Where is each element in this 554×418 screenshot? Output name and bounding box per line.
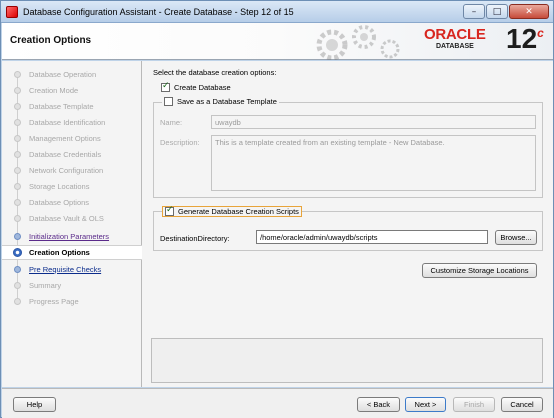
window-title: Database Configuration Assistant - Creat…: [23, 7, 294, 17]
destination-label: DestinationDirectory:: [160, 234, 230, 243]
nav-step-label: Progress Page: [29, 297, 79, 306]
window-controls: – □ ✕: [463, 4, 549, 19]
nav-step-label: Creation Options: [29, 248, 90, 257]
nav-step-label: Summary: [29, 281, 62, 290]
oracle-logo: ORACLE DATABASE 12c: [422, 23, 550, 58]
step-status-icon: [14, 233, 21, 240]
nav-step-database-identification: Database Identification: [2, 115, 142, 130]
name-label: Name:: [160, 118, 183, 127]
nav-step-label: Database Credentials: [29, 150, 102, 159]
template-description-input[interactable]: This is a template created from an exist…: [211, 135, 536, 191]
nav-step-database-credentials: Database Credentials: [2, 147, 142, 162]
footer-bar: Help < Back Next > Finish Cancel: [2, 388, 553, 418]
nav-step-management-options: Management Options: [2, 131, 142, 146]
back-button[interactable]: < Back: [357, 397, 400, 412]
logo-version: 12c: [506, 23, 544, 54]
finish-button[interactable]: Finish: [453, 397, 495, 412]
message-panel: [151, 338, 543, 383]
create-database-label: Create Database: [174, 83, 231, 92]
nav-step-label: Database Options: [29, 198, 90, 207]
nav-step-database-options: Database Options: [2, 195, 142, 210]
generate-scripts-label: Generate Database Creation Scripts: [178, 207, 299, 216]
nav-step-pre-requisite-checks[interactable]: Pre Requisite Checks: [2, 262, 142, 277]
instruction-text: Select the database creation options:: [153, 68, 277, 77]
nav-step-creation-mode: Creation Mode: [2, 83, 142, 98]
nav-step-label: Database Operation: [29, 70, 97, 79]
save-template-option[interactable]: Save as a Database Template: [162, 97, 279, 106]
nav-step-label: Creation Mode: [29, 86, 79, 95]
template-name-input[interactable]: uwaydb: [211, 115, 536, 129]
title-bar[interactable]: Database Configuration Assistant - Creat…: [1, 1, 553, 23]
create-database-checkbox[interactable]: [161, 81, 170, 92]
nav-step-label: Storage Locations: [29, 182, 90, 191]
step-status-icon: [14, 87, 21, 94]
help-button[interactable]: Help: [13, 397, 56, 412]
nav-step-initialization-parameters[interactable]: Initialization Parameters: [2, 229, 142, 244]
app-icon: [6, 6, 18, 18]
page-title: Creation Options: [10, 35, 92, 46]
step-status-icon: [14, 71, 21, 78]
step-navigator: Database Operation Creation Mode Database …: [2, 61, 142, 387]
template-group: Save as a Database Template Name: uwaydb…: [153, 97, 543, 198]
nav-step-label: Pre Requisite Checks: [29, 265, 102, 274]
nav-step-database-vault-ols: Database Vault & OLS: [2, 211, 142, 226]
maximize-button[interactable]: □: [486, 4, 508, 19]
minimize-button[interactable]: –: [463, 4, 485, 19]
step-status-icon: [14, 199, 21, 206]
close-button[interactable]: ✕: [509, 4, 549, 19]
generate-scripts-option[interactable]: Generate Database Creation Scripts: [162, 205, 302, 217]
gears-icon: [316, 25, 400, 60]
step-status-icon: [13, 248, 22, 257]
nav-step-summary: Summary: [2, 278, 142, 293]
step-status-icon: [14, 151, 21, 158]
generate-scripts-checkbox[interactable]: [165, 205, 174, 216]
logo-product: DATABASE: [436, 43, 474, 50]
nav-step-label: Database Template: [29, 102, 94, 111]
nav-step-label: Management Options: [29, 134, 101, 143]
step-status-icon: [14, 135, 21, 142]
cancel-button[interactable]: Cancel: [501, 397, 543, 412]
step-status-icon: [14, 103, 21, 110]
nav-step-label: Network Configuration: [29, 166, 104, 175]
dbca-window: Database Configuration Assistant - Creat…: [0, 0, 554, 418]
creation-options-panel: Select the database creation options: Cr…: [143, 61, 553, 387]
step-status-icon: [14, 298, 21, 305]
nav-step-label: Initialization Parameters: [29, 232, 110, 241]
destination-directory-input[interactable]: /home/oracle/admin/uwaydb/scripts: [256, 230, 488, 244]
save-template-label: Save as a Database Template: [177, 97, 277, 106]
browse-button[interactable]: Browse...: [495, 230, 537, 245]
step-status-icon: [14, 266, 21, 273]
nav-step-database-template: Database Template: [2, 99, 142, 114]
step-status-icon: [14, 282, 21, 289]
nav-step-network-configuration: Network Configuration: [2, 163, 142, 178]
nav-step-database-operation: Database Operation: [2, 67, 142, 82]
nav-step-label: Database Vault & OLS: [29, 214, 104, 223]
nav-step-storage-locations: Storage Locations: [2, 179, 142, 194]
logo-brand: ORACLE: [424, 26, 486, 43]
nav-step-progress-page: Progress Page: [2, 294, 142, 309]
nav-step-label: Database Identification: [29, 118, 106, 127]
scripts-group: Generate Database Creation Scripts Desti…: [153, 205, 543, 251]
nav-step-creation-options[interactable]: Creation Options: [2, 245, 142, 260]
step-status-icon: [14, 167, 21, 174]
create-database-option[interactable]: Create Database: [161, 81, 231, 92]
step-status-icon: [14, 183, 21, 190]
step-status-icon: [14, 119, 21, 126]
page-header: Creation Options ORACLE DATABASE 12c: [2, 23, 553, 60]
next-button[interactable]: Next >: [405, 397, 446, 412]
body-area: Database Operation Creation Mode Database …: [2, 61, 553, 387]
description-label: Description:: [160, 138, 200, 147]
customize-storage-button[interactable]: Customize Storage Locations: [422, 263, 537, 278]
step-status-icon: [14, 215, 21, 222]
save-template-checkbox[interactable]: [164, 97, 173, 106]
